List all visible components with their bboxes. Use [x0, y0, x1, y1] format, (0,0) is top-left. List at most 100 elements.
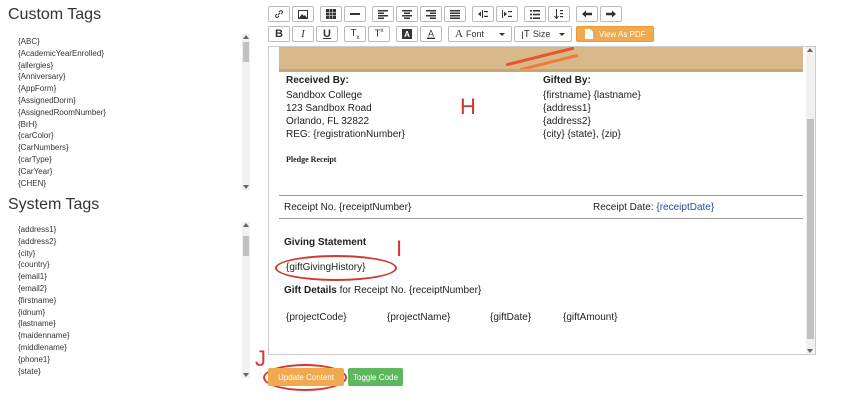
bold-icon: B — [275, 28, 283, 40]
bold-button[interactable]: B — [268, 26, 290, 42]
image-button[interactable] — [292, 6, 314, 22]
superscript-button[interactable]: Tx — [368, 26, 390, 42]
scroll-up-arrow-icon[interactable] — [807, 48, 813, 52]
link-button[interactable] — [268, 6, 290, 22]
gift-column: {giftAmount} — [563, 312, 618, 323]
system-tags-item[interactable]: {country} — [18, 259, 250, 271]
custom-tags-item[interactable]: {ABC} — [18, 36, 250, 48]
font-dropdown[interactable]: A Font — [448, 26, 512, 42]
horizontal-rule-button[interactable] — [344, 6, 366, 22]
system-tags-item[interactable]: {firstname} — [18, 295, 250, 307]
custom-tags-item[interactable]: {AcademicYearEnrolled} — [18, 48, 250, 60]
sort-icon — [554, 9, 564, 19]
toggle-code-button[interactable]: Toggle Code — [348, 368, 403, 386]
document-editor[interactable]: Received By: Sandbox College 123 Sandbox… — [268, 46, 816, 355]
align-right-icon — [426, 9, 436, 19]
pdf-icon — [585, 29, 593, 39]
system-tags-item[interactable]: {state} — [18, 366, 250, 378]
system-tags-list[interactable]: {address1} {address2} {city} {country} {emai… — [8, 222, 250, 378]
scroll-up-arrow-icon[interactable] — [243, 223, 249, 227]
table-button[interactable] — [320, 6, 342, 22]
pledge-receipt-title: Pledge Receipt — [286, 155, 337, 164]
system-tags-item[interactable]: {middlename} — [18, 342, 250, 354]
custom-tags-item[interactable]: {AssignedDorm} — [18, 95, 250, 107]
custom-tags-item[interactable]: {CHEN} — [18, 178, 250, 190]
custom-tags-item[interactable]: {allergies} — [18, 60, 250, 72]
scroll-up-arrow-icon[interactable] — [243, 35, 249, 39]
highlight-button[interactable]: A — [396, 26, 418, 42]
gift-details-heading: Gift Details for Receipt No. {receiptNum… — [284, 285, 481, 296]
system-tags-item[interactable]: {address2} — [18, 236, 250, 248]
annotation-j: J — [255, 346, 266, 371]
superscript-icon: Tx — [374, 28, 384, 40]
italic-button[interactable]: I — [292, 26, 314, 42]
received-line: Orlando, FL 32822 — [286, 116, 370, 127]
indent-button[interactable] — [496, 6, 518, 22]
custom-tags-item[interactable]: {AppForm} — [18, 83, 250, 95]
custom-tags-item[interactable]: {BrH} — [18, 119, 250, 131]
giving-statement-heading: Giving Statement — [284, 237, 367, 248]
custom-tags-item[interactable]: {carType} — [18, 154, 250, 166]
undo-button[interactable] — [576, 6, 598, 22]
editor-scrollbar[interactable] — [806, 47, 815, 354]
table-icon — [326, 9, 336, 19]
receipt-number: Receipt No. {receiptNumber} — [284, 202, 412, 213]
outdent-icon — [478, 9, 488, 19]
gifted-by-heading: Gifted By: — [543, 75, 591, 86]
scroll-down-arrow-icon[interactable] — [243, 185, 249, 189]
outdent-button[interactable] — [472, 6, 494, 22]
view-as-pdf-button[interactable]: View As PDF — [576, 26, 654, 42]
align-left-button[interactable] — [372, 6, 394, 22]
system-tags-item[interactable]: {email2} — [18, 283, 250, 295]
custom-tags-scrollbar[interactable] — [242, 34, 250, 190]
system-tags-item[interactable]: {city} — [18, 248, 250, 260]
align-justify-icon — [450, 9, 460, 19]
scroll-down-arrow-icon[interactable] — [807, 349, 813, 353]
gifted-line: {firstname} {lastname} — [543, 90, 641, 101]
gifted-line: {address2} — [543, 116, 591, 127]
update-content-button[interactable]: Update Content — [268, 368, 344, 386]
redo-button[interactable] — [600, 6, 622, 22]
scroll-thumb[interactable] — [807, 119, 814, 339]
highlight-icon: A — [402, 29, 412, 39]
undo-icon — [582, 10, 592, 18]
text-color-icon: A — [426, 29, 436, 39]
underline-icon: U — [323, 28, 331, 40]
align-justify-button[interactable] — [444, 6, 466, 22]
custom-tags-item[interactable]: {Anniversary} — [18, 71, 250, 83]
scroll-down-arrow-icon[interactable] — [243, 373, 249, 377]
received-line: 123 Sandbox Road — [286, 103, 372, 114]
system-tags-item[interactable]: {lastname} — [18, 318, 250, 330]
receipt-date: Receipt Date: {receiptDate} — [593, 202, 714, 213]
align-center-button[interactable] — [396, 6, 418, 22]
system-tags-scrollbar[interactable] — [242, 222, 250, 378]
size-dropdown[interactable]: ꞁT Size — [514, 26, 572, 42]
subscript-button[interactable]: Tx — [344, 26, 366, 42]
underline-button[interactable]: U — [316, 26, 338, 42]
system-tags-item[interactable]: {maidenname} — [18, 330, 250, 342]
sort-button[interactable] — [548, 6, 570, 22]
custom-tags-item[interactable]: {carColor} — [18, 130, 250, 142]
custom-tags-item[interactable]: {AssignedRoomNumber} — [18, 107, 250, 119]
subscript-icon: Tx — [350, 27, 360, 41]
align-left-icon — [378, 9, 388, 19]
received-line: Sandbox College — [286, 90, 363, 101]
system-tags-item[interactable]: {idnum} — [18, 307, 250, 319]
system-tags-item[interactable]: {phone1} — [18, 354, 250, 366]
system-tags-title: System Tags — [8, 196, 100, 213]
custom-tags-item[interactable]: {CarNumbers} — [18, 142, 250, 154]
receipt-date-value: {receiptDate} — [656, 202, 715, 213]
scroll-thumb[interactable] — [243, 42, 249, 62]
scroll-thumb[interactable] — [243, 236, 249, 256]
custom-tags-item[interactable]: {CarYear} — [18, 166, 250, 178]
redo-icon — [606, 10, 616, 18]
document-content[interactable]: Received By: Sandbox College 123 Sandbox… — [279, 47, 803, 354]
custom-tags-list[interactable]: {ABC} {AcademicYearEnrolled} {allergies} {A… — [8, 34, 250, 190]
gift-details-rest: for Receipt No. {receiptNumber} — [336, 285, 482, 296]
bullet-list-button[interactable] — [524, 6, 546, 22]
text-color-button[interactable]: A — [420, 26, 442, 42]
align-right-button[interactable] — [420, 6, 442, 22]
system-tags-item[interactable]: {address1} — [18, 224, 250, 236]
system-tags-item[interactable]: {email1} — [18, 271, 250, 283]
svg-text:A: A — [428, 29, 434, 39]
